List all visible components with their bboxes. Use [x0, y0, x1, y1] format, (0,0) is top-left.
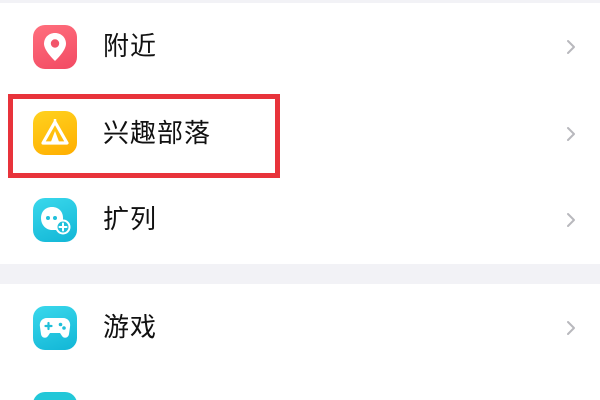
gamepad-icon — [33, 306, 77, 350]
menu-item-label: 扩列 — [103, 205, 158, 235]
tent-icon — [33, 111, 77, 155]
menu-item-nearby[interactable]: 附近 — [0, 3, 600, 91]
chevron-right-icon — [567, 40, 575, 54]
partial-item-icon — [33, 392, 77, 400]
chevron-right-icon — [567, 213, 575, 227]
menu-item-label: 游戏 — [103, 313, 158, 343]
add-friend-face-icon — [33, 198, 77, 242]
menu-item-interest-tribe[interactable]: 兴趣部落 — [0, 90, 600, 178]
chevron-right-icon — [567, 321, 575, 335]
menu-item-expand-friends[interactable]: 扩列 — [0, 176, 600, 264]
menu-item-label: 附近 — [103, 32, 158, 62]
location-pin-icon — [33, 25, 77, 69]
settings-menu-screen: 附近 兴趣部落 扩列 游戏 — [0, 0, 600, 400]
menu-item-games[interactable]: 游戏 — [0, 284, 600, 372]
menu-item-label: 兴趣部落 — [103, 119, 212, 149]
chevron-right-icon — [567, 127, 575, 141]
group-separator — [0, 264, 600, 284]
